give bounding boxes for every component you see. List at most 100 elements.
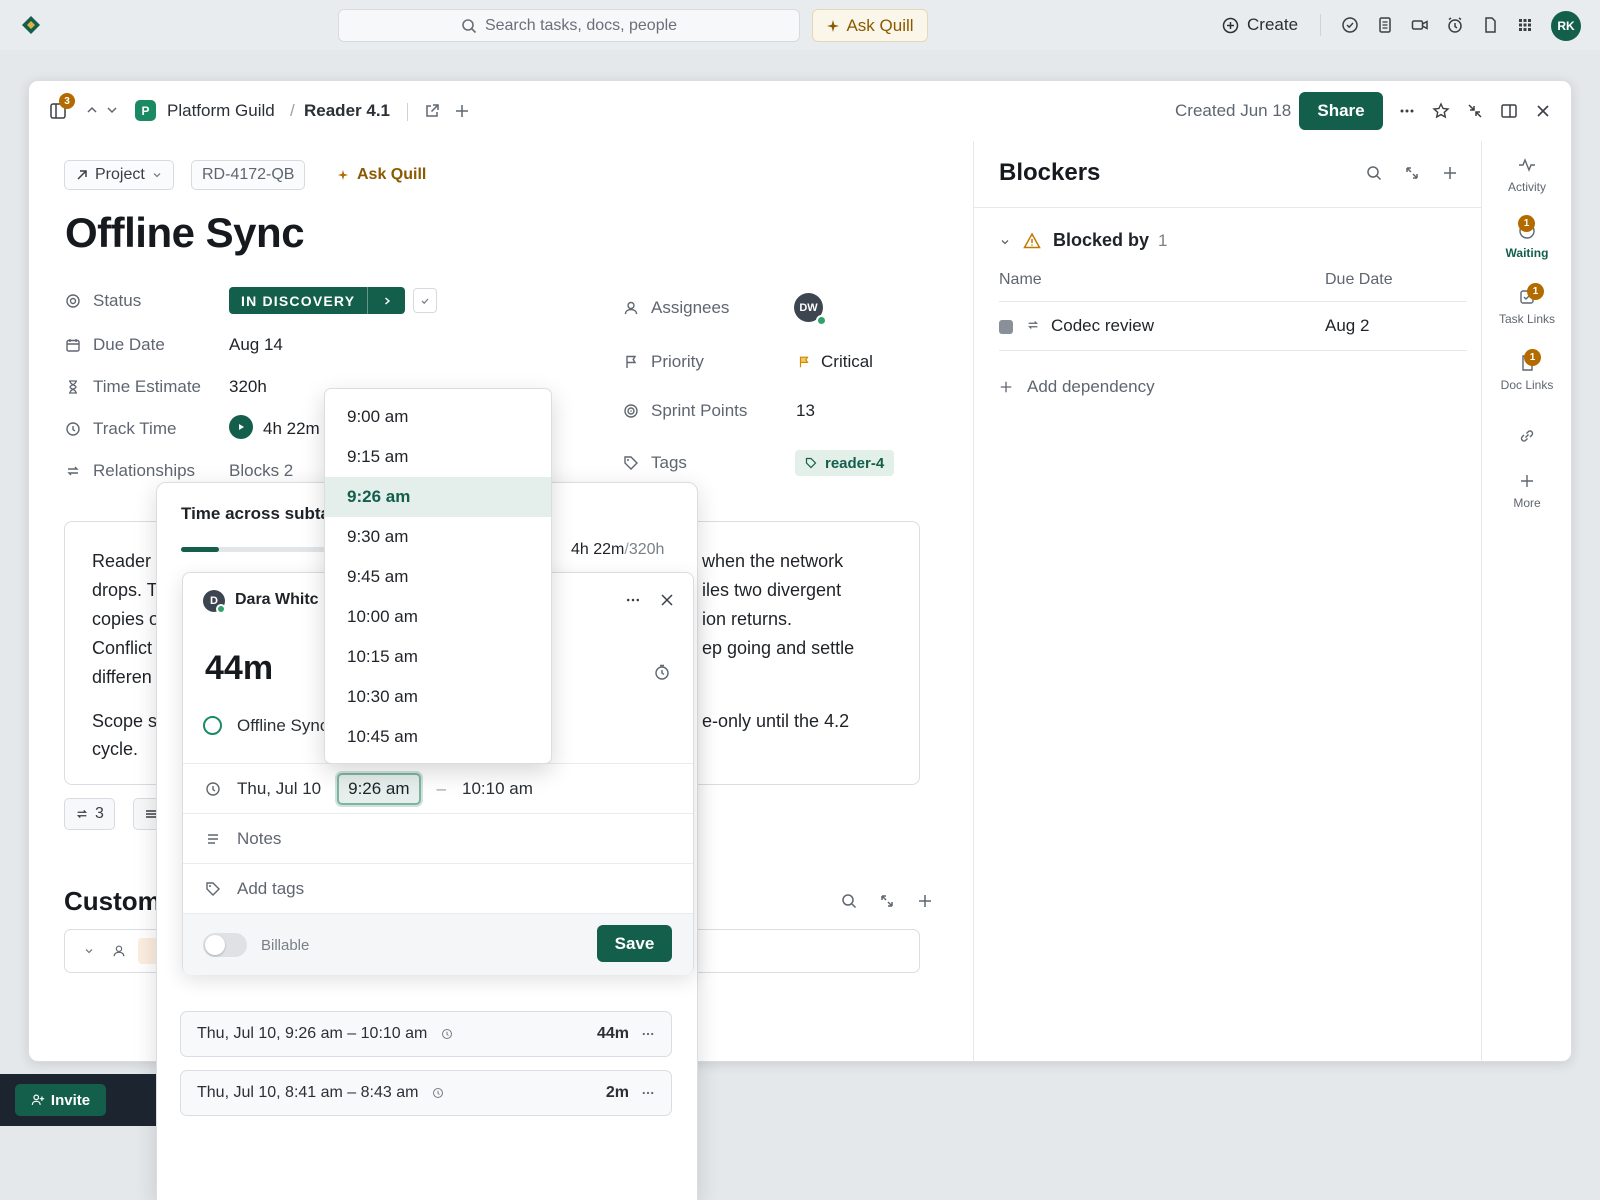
time-log-row[interactable]: Thu, Jul 10, 9:26 am – 10:10 am 44m [180, 1011, 672, 1057]
ask-quill-button[interactable]: Ask Quill [812, 9, 928, 42]
user-avatar[interactable]: RK [1551, 11, 1581, 41]
chevron-down-icon[interactable] [105, 103, 119, 117]
invite-button[interactable]: Invite [15, 1084, 106, 1116]
time-option[interactable]: 9:15 am [325, 437, 551, 477]
chevron-right-icon[interactable] [367, 287, 405, 314]
description-line: when the network [702, 551, 844, 571]
time-option[interactable]: 9:45 am [325, 557, 551, 597]
description-line: iles two divergent [702, 580, 842, 600]
more-icon[interactable] [641, 1086, 655, 1100]
create-button[interactable]: Create [1222, 12, 1298, 38]
plus-icon[interactable] [453, 102, 471, 120]
log-duration: 2m [605, 1084, 629, 1101]
time-log-row[interactable]: Thu, Jul 10, 8:41 am – 8:43 am 2m [180, 1070, 672, 1116]
video-icon[interactable] [1410, 15, 1430, 35]
link-icon [1482, 426, 1572, 446]
table-row[interactable]: Codec review Aug 2 [999, 302, 1467, 351]
save-button[interactable]: Save [597, 925, 672, 962]
search-icon [461, 18, 477, 34]
more-icon[interactable] [625, 592, 641, 608]
more-icon[interactable] [1397, 101, 1417, 121]
rail-more[interactable]: More [1482, 471, 1572, 510]
search-icon[interactable] [1366, 165, 1382, 181]
person-icon[interactable] [112, 944, 126, 958]
description-line: differen [92, 667, 152, 687]
entry-duration[interactable]: 44m [205, 649, 273, 688]
time-option[interactable]: 9:00 am [325, 397, 551, 437]
row-due[interactable]: Aug 2 [1325, 316, 1369, 336]
tag-icon [205, 881, 221, 897]
play-timer-button[interactable] [229, 415, 253, 439]
check-circle-icon[interactable] [1340, 15, 1360, 35]
apps-grid-icon[interactable] [1515, 15, 1535, 35]
blockers-panel: Blockers Blocked by 1 Name Due Date Code… [973, 141, 1482, 1061]
complete-checkbox[interactable] [413, 288, 437, 313]
rail-task-links[interactable]: 1 Task Links [1482, 283, 1572, 326]
chevron-down-icon[interactable] [83, 945, 95, 957]
tag-chip[interactable]: reader-4 [795, 450, 895, 476]
due-date-value[interactable]: Aug 14 [229, 335, 283, 355]
expand-icon[interactable] [879, 893, 895, 909]
search-icon[interactable] [841, 893, 857, 909]
star-icon[interactable] [1431, 101, 1451, 121]
breadcrumb-space[interactable]: Platform Guild [167, 101, 275, 121]
chevron-down-icon[interactable] [999, 236, 1011, 248]
external-link-icon[interactable] [423, 102, 441, 120]
add-dependency-button[interactable]: Add dependency [999, 377, 1155, 397]
tag-label: reader-4 [825, 454, 885, 472]
time-option[interactable]: 10:00 am [325, 597, 551, 637]
start-time-input[interactable]: 9:26 am [337, 772, 421, 805]
tags-row[interactable]: Add tags [183, 863, 693, 913]
time-option[interactable]: 9:26 am [325, 477, 551, 517]
sprint-points-value[interactable]: 13 [796, 401, 815, 421]
breadcrumb-list[interactable]: Reader 4.1 [304, 101, 390, 121]
subtask-count-chip[interactable]: 3 [64, 798, 115, 830]
task-id-chip[interactable]: RD-4172-QB [191, 160, 306, 190]
status-button[interactable]: IN DISCOVERY [229, 287, 406, 314]
expand-icon[interactable] [1404, 165, 1420, 181]
share-button[interactable]: Share [1299, 92, 1383, 130]
chevron-up-icon[interactable] [85, 103, 99, 117]
collapse-icon[interactable] [1465, 101, 1485, 121]
row-name[interactable]: Codec review [1051, 316, 1154, 336]
search-input[interactable]: Search tasks, docs, people [338, 9, 800, 42]
notepad-icon[interactable] [1375, 15, 1395, 35]
blocked-by-label[interactable]: Blocked by [1053, 230, 1149, 251]
entry-date[interactable]: Thu, Jul 10 [237, 779, 321, 799]
rail-link[interactable] [1482, 426, 1572, 446]
priority-value[interactable]: Critical [797, 352, 873, 372]
more-icon[interactable] [641, 1027, 655, 1041]
time-estimate-value[interactable]: 320h [229, 377, 267, 397]
plus-icon[interactable] [917, 893, 933, 909]
rail-label: More [1513, 496, 1541, 510]
rail-doc-links[interactable]: 1 Doc Links [1482, 349, 1572, 392]
entry-task[interactable]: Offline Sync [237, 716, 328, 736]
plus-icon[interactable] [1442, 165, 1458, 181]
time-option[interactable]: 9:30 am [325, 517, 551, 557]
time-option[interactable]: 10:15 am [325, 637, 551, 677]
app-logo-icon[interactable] [20, 14, 42, 36]
notes-row[interactable]: Notes [183, 813, 693, 863]
document-icon[interactable] [1480, 15, 1500, 35]
clock-icon [65, 421, 81, 437]
rail-activity[interactable]: Activity [1482, 155, 1572, 194]
task-title[interactable]: Offline Sync [65, 209, 305, 257]
track-time-value[interactable]: 4h 22m [263, 419, 320, 439]
rail-label: Activity [1507, 180, 1546, 194]
add-dependency-label: Add dependency [1027, 377, 1155, 396]
close-icon[interactable] [659, 592, 675, 608]
ask-quill-inline-button[interactable]: Ask Quill [337, 163, 426, 187]
end-time-input[interactable]: 10:10 am [462, 779, 533, 799]
time-option[interactable]: 10:45 am [325, 717, 551, 757]
rail-waiting[interactable]: 1 Waiting [1482, 215, 1572, 260]
relationships-value[interactable]: Blocks 2 [229, 461, 293, 481]
task-type-dropdown[interactable]: Project [64, 160, 174, 190]
alarm-clock-icon[interactable] [1445, 15, 1465, 35]
timer-icon[interactable] [653, 663, 671, 681]
time-option[interactable]: 10:30 am [325, 677, 551, 717]
billable-toggle[interactable] [203, 933, 247, 957]
split-view-icon[interactable] [1499, 101, 1519, 121]
close-icon[interactable] [1533, 101, 1553, 121]
tags-label: Tags [651, 453, 687, 472]
tag-icon [623, 455, 639, 471]
